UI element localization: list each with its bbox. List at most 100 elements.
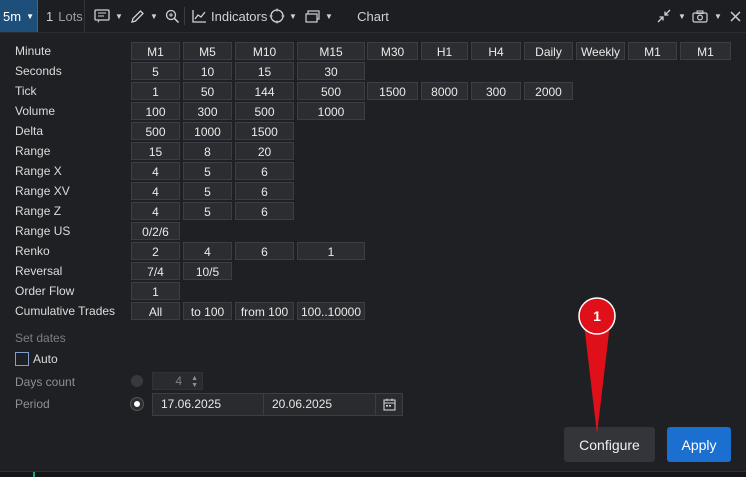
timeframe-cell[interactable]: Daily [524, 42, 573, 60]
top-toolbar: 5m ▼ 1 Lots ▼ ▼ Indicators ▼ ▼ Chart ▼ ▼ [0, 0, 746, 33]
timeframe-cell[interactable]: to 100 [183, 302, 232, 320]
timeframe-cell[interactable]: 5 [183, 202, 232, 220]
timeframe-cell[interactable]: 1 [297, 242, 365, 260]
timeframe-cell[interactable]: M1 [628, 42, 677, 60]
row-label: Reversal [15, 264, 63, 278]
row-label: Delta [15, 124, 44, 138]
lots-unit: Lots [58, 8, 83, 24]
timeframe-cell[interactable]: M30 [367, 42, 418, 60]
stepper-up-icon[interactable]: ▲ [191, 375, 198, 382]
timeframe-cell[interactable]: 1000 [297, 102, 365, 120]
timeframe-cell[interactable]: 1 [131, 282, 180, 300]
stepper-down-icon[interactable]: ▼ [191, 382, 198, 389]
period-label: Period [15, 397, 50, 411]
collapse-chevron-icon[interactable]: ▼ [678, 0, 686, 32]
row-label: Range [15, 144, 51, 158]
timeframe-cell[interactable]: 6 [235, 202, 294, 220]
timeframe-cell[interactable]: 2 [131, 242, 180, 260]
auto-label: Auto [33, 352, 58, 366]
timeframe-cell[interactable]: 50 [183, 82, 232, 100]
timeframe-cell[interactable]: 4 [131, 182, 180, 200]
indicators-label: Indicators [211, 8, 268, 24]
indicators-button[interactable]: Indicators [192, 0, 267, 32]
timeframe-cell[interactable]: 5 [183, 162, 232, 180]
timeframe-cell[interactable]: M10 [235, 42, 294, 60]
timeframe-cell[interactable]: 100 [131, 102, 180, 120]
collapse-icon[interactable] [657, 0, 671, 32]
camera-chevron-icon[interactable]: ▼ [714, 0, 722, 32]
timeframe-cell[interactable]: M5 [183, 42, 232, 60]
order-ticket-chevron-icon[interactable]: ▼ [115, 0, 123, 32]
timeframe-cell[interactable]: 300 [183, 102, 232, 120]
timeframe-cell[interactable]: 15 [131, 142, 180, 160]
row-label: Tick [15, 84, 37, 98]
timeframe-cell[interactable]: from 100 [235, 302, 294, 320]
apply-button[interactable]: Apply [667, 427, 731, 462]
timeframe-cell[interactable]: 300 [471, 82, 521, 100]
set-dates-label: Set dates [15, 331, 66, 345]
timeframe-cell[interactable]: 4 [131, 202, 180, 220]
timeframe-cell[interactable]: 6 [235, 182, 294, 200]
period-from-input[interactable]: 17.06.2025 [152, 393, 264, 416]
timeframe-cell[interactable]: Weekly [576, 42, 625, 60]
timeframe-cell[interactable]: 8000 [421, 82, 468, 100]
bottom-indicator [33, 472, 35, 477]
timeframe-cell[interactable]: 6 [235, 242, 294, 260]
window-title: Chart [357, 8, 389, 24]
pencil-icon[interactable] [130, 0, 145, 32]
chevron-down-icon: ▼ [26, 11, 34, 21]
drawing-chevron-icon[interactable]: ▼ [150, 0, 158, 32]
timeframe-cell[interactable]: 0/2/6 [131, 222, 180, 240]
order-ticket-icon[interactable] [94, 0, 110, 32]
timeframe-cell[interactable]: 5 [131, 62, 180, 80]
timeframe-cell[interactable]: All [131, 302, 180, 320]
timeframe-cell[interactable]: 100..10000 [297, 302, 365, 320]
timeframe-cell[interactable]: H1 [421, 42, 468, 60]
timeframe-cell[interactable]: 1500 [367, 82, 418, 100]
timeframe-cell[interactable]: M1 [131, 42, 180, 60]
lots-value: 1 [46, 8, 54, 24]
close-icon[interactable] [730, 0, 741, 32]
timeframe-cell[interactable]: 4 [131, 162, 180, 180]
windows-icon[interactable] [305, 0, 320, 32]
timeframe-cell[interactable]: 7/4 [131, 262, 180, 280]
timeframe-button[interactable]: 5m ▼ [0, 0, 38, 32]
line-chart-icon [192, 10, 206, 23]
timeframe-cell[interactable]: 4 [183, 242, 232, 260]
timeframe-cell[interactable]: 10 [183, 62, 232, 80]
timeframe-cell[interactable]: 5 [183, 182, 232, 200]
crosshair-chevron-icon[interactable]: ▼ [289, 0, 297, 32]
bottom-strip [0, 471, 746, 477]
timeframe-cell[interactable]: M15 [297, 42, 365, 60]
timeframe-cell[interactable]: 1500 [235, 122, 294, 140]
days-count-radio[interactable] [131, 375, 143, 387]
timeframe-cell[interactable]: 30 [297, 62, 365, 80]
timeframe-cell[interactable]: 20 [235, 142, 294, 160]
timeframe-cell[interactable]: 10/5 [183, 262, 232, 280]
timeframe-cell[interactable]: 500 [131, 122, 180, 140]
timeframe-cell[interactable]: 1000 [183, 122, 232, 140]
timeframe-cell[interactable]: H4 [471, 42, 521, 60]
timeframe-cell[interactable]: 15 [235, 62, 294, 80]
timeframe-cell[interactable]: 2000 [524, 82, 573, 100]
crosshair-icon[interactable] [269, 0, 285, 32]
timeframe-cell[interactable]: 8 [183, 142, 232, 160]
windows-chevron-icon[interactable]: ▼ [325, 0, 333, 32]
period-radio[interactable] [131, 398, 143, 410]
timeframe-cell[interactable]: 500 [235, 102, 294, 120]
days-count-stepper[interactable]: 4 ▲ ▼ [152, 372, 203, 390]
timeframe-cell[interactable]: 500 [297, 82, 365, 100]
row-label: Range US [15, 224, 71, 238]
auto-checkbox[interactable] [15, 352, 29, 366]
timeframe-cell[interactable]: M1 [680, 42, 731, 60]
row-label: Renko [15, 244, 50, 258]
period-to-input[interactable]: 20.06.2025 [263, 393, 376, 416]
camera-icon[interactable] [692, 0, 708, 32]
timeframe-cell[interactable]: 6 [235, 162, 294, 180]
calendar-icon[interactable] [375, 393, 403, 416]
timeframe-cell[interactable]: 1 [131, 82, 180, 100]
row-label: Order Flow [15, 284, 75, 298]
lots-field[interactable]: 1 Lots [41, 0, 85, 32]
timeframe-cell[interactable]: 144 [235, 82, 294, 100]
zoom-icon[interactable] [165, 0, 180, 32]
